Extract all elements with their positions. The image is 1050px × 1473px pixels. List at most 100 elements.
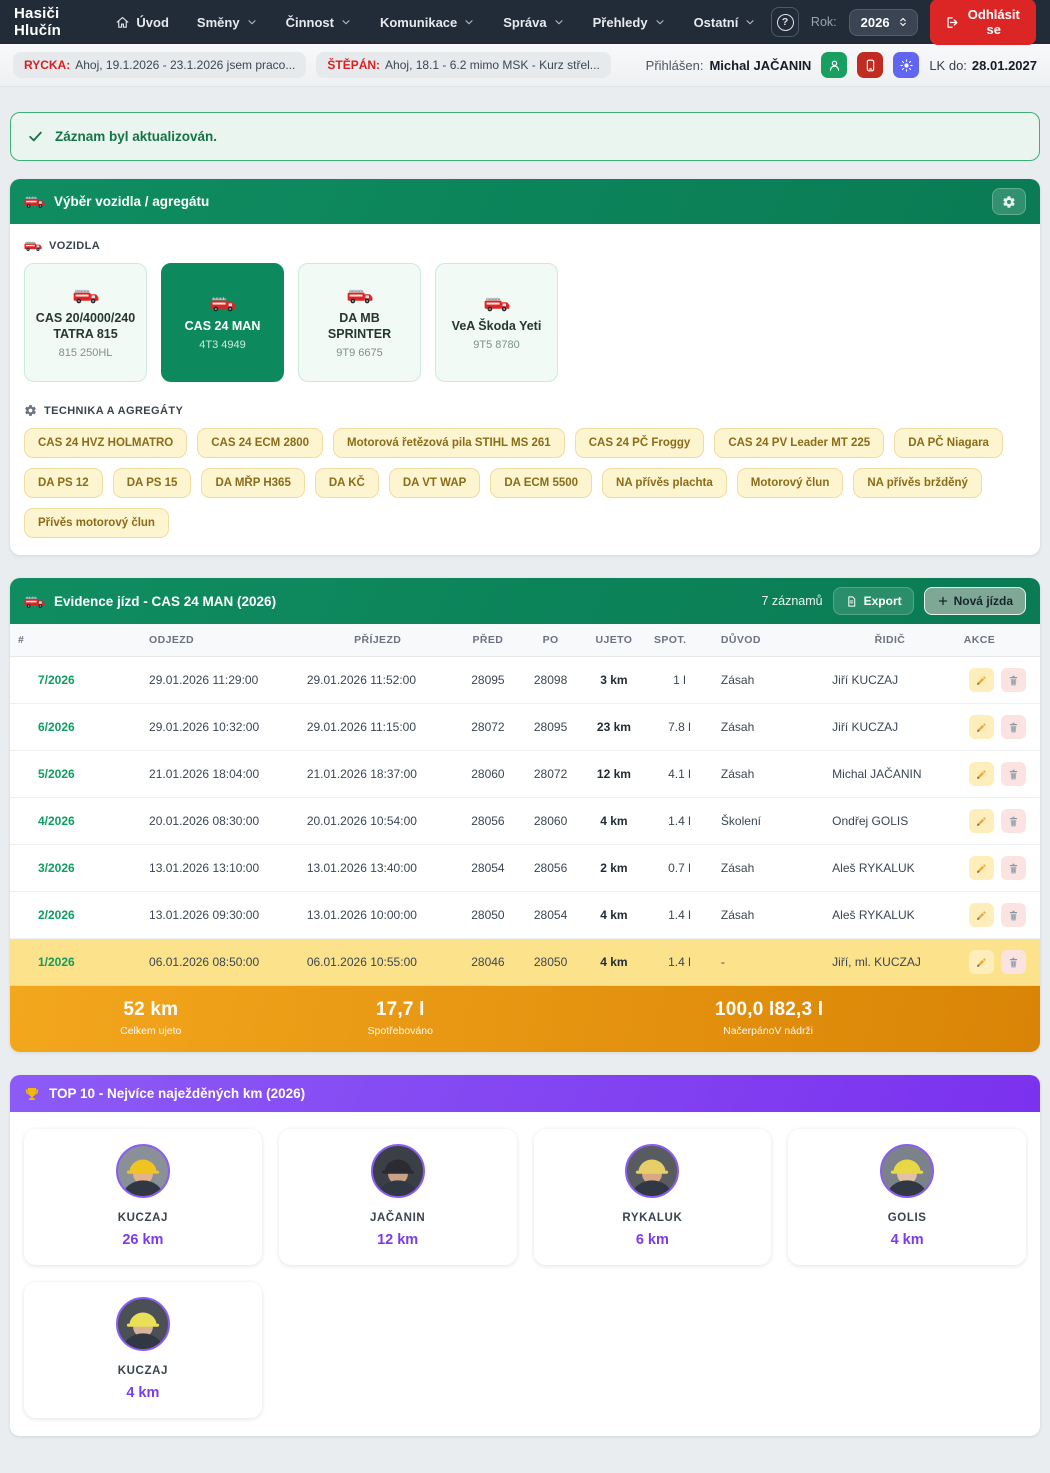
new-trip-button[interactable]: Nová jízda (924, 587, 1026, 615)
trash-icon (1007, 721, 1020, 734)
export-button[interactable]: Export (833, 587, 914, 615)
delete-trip-button[interactable] (1001, 762, 1026, 786)
firefighter-avatar-image (118, 1146, 168, 1196)
fire-truck-icon (210, 294, 236, 313)
message-pill[interactable]: ŠTĚPÁN: Ahoj, 18.1 - 6.2 mimo MSK - Kurz… (316, 52, 610, 78)
agregat-chip[interactable]: DA PČ Niagara (894, 428, 1003, 458)
driver-km: 4 km (34, 1385, 252, 1401)
agregat-chip[interactable]: Přívěs motorový člun (24, 508, 169, 538)
driver-name: KUCZAJ (34, 1365, 252, 1377)
edit-trip-button[interactable] (969, 762, 994, 786)
column-header: ŘIDIČ (824, 624, 956, 657)
delete-trip-button[interactable] (1001, 715, 1026, 739)
edit-trip-button[interactable] (969, 903, 994, 927)
edit-trip-button[interactable] (969, 950, 994, 974)
edit-trip-button[interactable] (969, 856, 994, 880)
agregat-chip[interactable]: NA přívěs bržděný (853, 468, 982, 498)
year-select[interactable]: 2026 (849, 9, 918, 36)
agregat-chip[interactable]: CAS 24 PČ Froggy (575, 428, 705, 458)
nav-item[interactable]: Ostatní (683, 8, 768, 37)
vehicle-list: CAS 20/4000/240 TATRA 815 815 250HL CAS … (10, 263, 1040, 382)
column-header: AKCE (956, 624, 1040, 657)
pencil-icon (975, 721, 988, 734)
odometer-before: 28060 (457, 751, 520, 798)
trip-departure: 06.01.2026 08:50:00 (141, 939, 299, 986)
delete-trip-button[interactable] (1001, 668, 1026, 692)
trip-fuel: 7.8 l (646, 704, 713, 751)
column-header: UJETO (582, 624, 646, 657)
fire-truck-icon (24, 239, 42, 252)
agregat-chip[interactable]: DA ECM 5500 (490, 468, 592, 498)
agregat-chip[interactable]: NA přívěs plachta (602, 468, 727, 498)
gear-icon (1002, 195, 1016, 209)
gear-icon (24, 404, 37, 417)
delete-trip-button[interactable] (1001, 950, 1026, 974)
mobile-button[interactable] (857, 52, 883, 78)
vehicle-select-card: Výběr vozidla / agregátu VOZIDLA CAS 20/… (10, 179, 1040, 555)
vehicle-card-header: Výběr vozidla / agregátu (10, 179, 1040, 224)
nav-item[interactable]: Přehledy (582, 8, 677, 37)
avatar (116, 1297, 170, 1351)
odometer-after: 28054 (519, 892, 582, 939)
edit-trip-button[interactable] (969, 668, 994, 692)
message-pill[interactable]: RYCKA: Ahoj, 19.1.2026 - 23.1.2026 jsem … (13, 52, 306, 78)
trip-departure: 29.01.2026 10:32:00 (141, 704, 299, 751)
agregat-chip[interactable]: DA KČ (315, 468, 379, 498)
vehicle-settings-button[interactable] (992, 188, 1026, 215)
edit-trip-button[interactable] (969, 715, 994, 739)
vehicle-card[interactable]: VeA Škoda Yeti 9T5 8780 (435, 263, 558, 382)
delete-trip-button[interactable] (1001, 809, 1026, 833)
nav-item[interactable]: Úvod (104, 8, 180, 37)
trash-icon (1007, 862, 1020, 875)
profile-button[interactable] (821, 52, 847, 78)
nav-item[interactable]: Činnost (275, 8, 363, 37)
trip-number: 3/2026 (10, 845, 141, 892)
agregat-chip[interactable]: CAS 24 PV Leader MT 225 (714, 428, 884, 458)
trip-departure: 20.01.2026 08:30:00 (141, 798, 299, 845)
agregat-chip[interactable]: CAS 24 HVZ HOLMATRO (24, 428, 187, 458)
edit-trip-button[interactable] (969, 809, 994, 833)
agregat-chip[interactable]: Motorový člun (737, 468, 844, 498)
odometer-after: 28056 (519, 845, 582, 892)
agregat-chip[interactable]: DA PS 12 (24, 468, 103, 498)
agregat-chip[interactable]: DA VT WAP (389, 468, 480, 498)
help-button[interactable]: ? (771, 7, 799, 37)
table-row: 7/2026 29.01.2026 11:29:00 29.01.2026 11… (10, 657, 1040, 704)
nav-item[interactable]: Komunikace (369, 8, 486, 37)
chevron-down-icon (340, 16, 352, 28)
vehicle-card[interactable]: CAS 24 MAN 4T3 4949 (161, 263, 284, 382)
column-header: PŘED (457, 624, 520, 657)
table-row: 6/2026 29.01.2026 10:32:00 29.01.2026 11… (10, 704, 1040, 751)
summary-stat: 100,0 l Načerpáno (525, 999, 775, 1037)
plus-icon (937, 595, 949, 607)
agregat-chip[interactable]: Motorová řetězová pila STIHL MS 261 (333, 428, 565, 458)
vehicle-card[interactable]: CAS 20/4000/240 TATRA 815 815 250HL (24, 263, 147, 382)
agregat-chip[interactable]: DA PS 15 (113, 468, 192, 498)
select-updown-icon (897, 16, 909, 28)
trip-driver: Michal JAČANIN (824, 751, 956, 798)
nav-item[interactable]: Směny (186, 8, 269, 37)
summary-value: 82,3 l (775, 999, 1025, 1021)
vehicle-card-title: Výběr vozidla / agregátu (54, 194, 209, 209)
agregat-chip[interactable]: DA MŘP H365 (201, 468, 304, 498)
vehicle-plate: 9T9 6675 (336, 347, 382, 359)
logout-button[interactable]: Odhlásit se (930, 0, 1036, 45)
vehicle-card[interactable]: DA MB SPRINTER 9T9 6675 (298, 263, 421, 382)
top10-card-title: TOP 10 - Nejvíce naježděných km (2026) (49, 1086, 305, 1101)
vehicle-plate: 815 250HL (59, 347, 113, 359)
theme-toggle-button[interactable] (893, 52, 919, 78)
trip-arrival: 20.01.2026 10:54:00 (299, 798, 457, 845)
agregat-chip[interactable]: CAS 24 ECM 2800 (197, 428, 323, 458)
odometer-before: 28056 (457, 798, 520, 845)
driver-km: 26 km (34, 1232, 252, 1248)
delete-trip-button[interactable] (1001, 903, 1026, 927)
nav-item-label: Ostatní (694, 15, 739, 30)
driver-card: KUCZAJ 4 km (24, 1282, 262, 1418)
summary-value: 52 km (26, 999, 276, 1021)
logout-label: Odhlásit se (966, 7, 1022, 37)
fire-truck-icon (24, 194, 45, 209)
nav-item[interactable]: Správa (492, 8, 575, 37)
delete-trip-button[interactable] (1001, 856, 1026, 880)
odometer-after: 28072 (519, 751, 582, 798)
table-row: 2/2026 13.01.2026 09:30:00 13.01.2026 10… (10, 892, 1040, 939)
